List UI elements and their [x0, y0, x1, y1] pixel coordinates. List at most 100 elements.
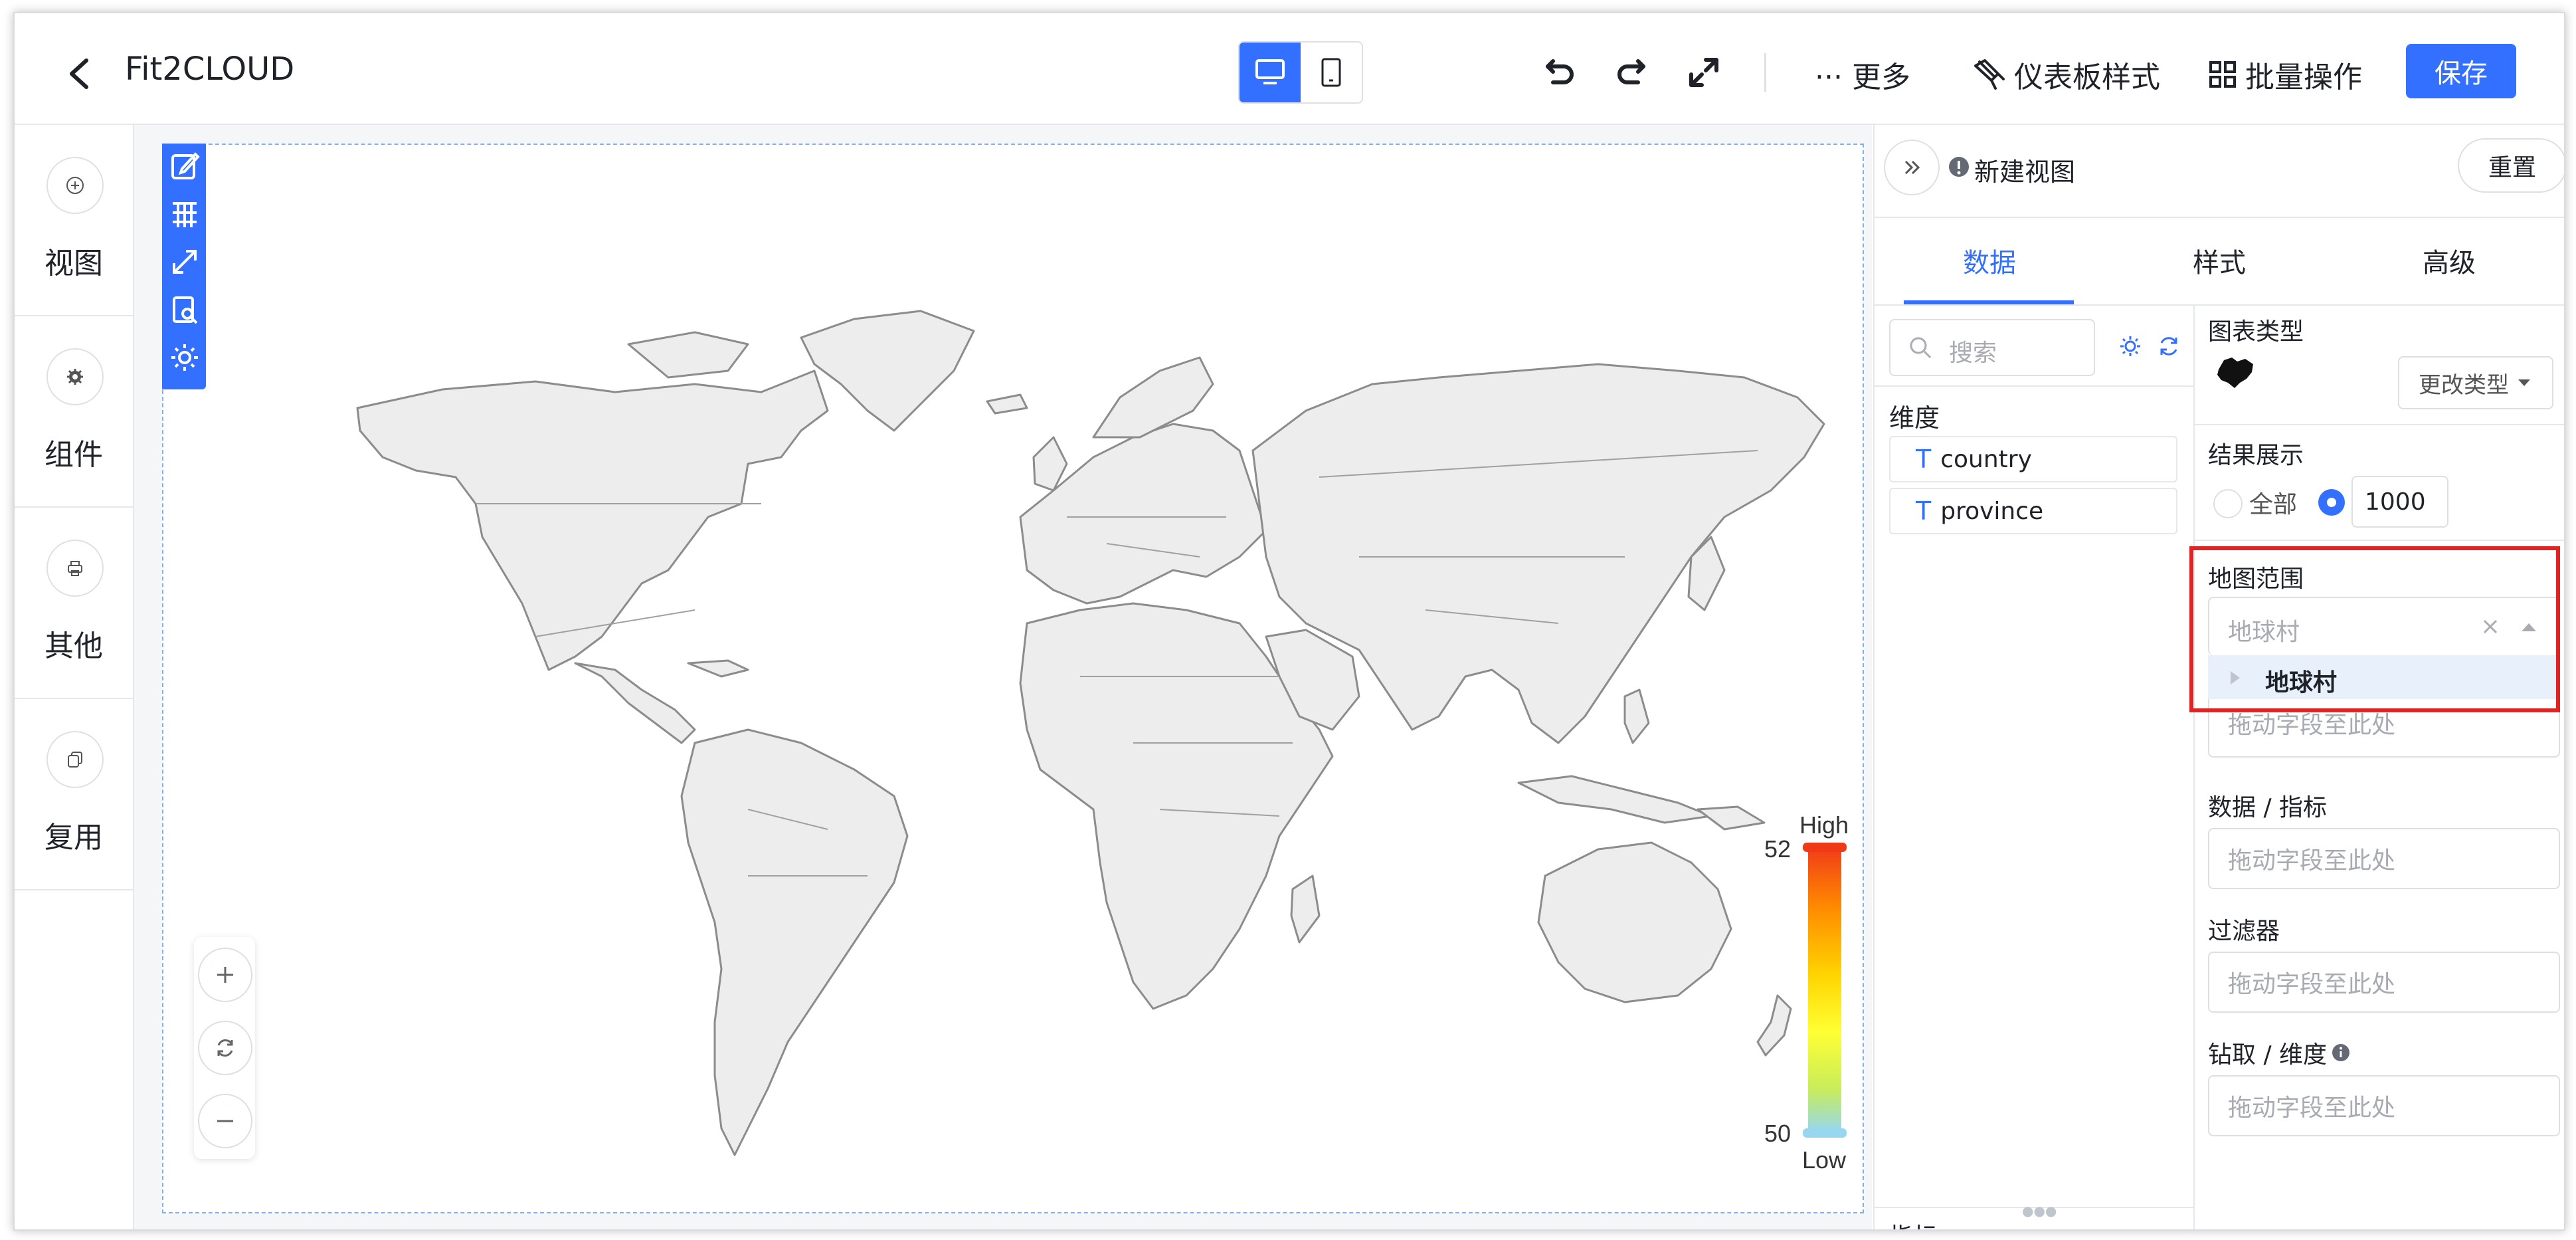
field-settings-icon[interactable]	[2118, 334, 2143, 359]
world-map	[356, 310, 1825, 1156]
chart-config-panel: 新建视图 重置 数据 样式 高级 搜索 维度 T country T provi…	[1873, 125, 2564, 1229]
drag-handle[interactable]: ●●●	[2022, 1203, 2057, 1219]
radio-all-label: 全部	[2249, 491, 2298, 518]
desktop-view-button[interactable]	[1240, 43, 1301, 102]
madagascar	[1290, 875, 1321, 944]
dashboard-style-button[interactable]: 仪表板样式	[1972, 53, 2160, 96]
grid-icon	[2209, 61, 2236, 88]
radio-all[interactable]	[2213, 489, 2243, 518]
greenland	[800, 310, 975, 432]
brush-icon	[1974, 59, 2005, 90]
filter-title: 过滤器	[2208, 918, 2280, 945]
dimension-title: 维度	[1889, 403, 1940, 433]
visual-map-min-value: 50	[1764, 1120, 1791, 1147]
visual-map-high-label: High	[1799, 816, 1849, 839]
undo-icon[interactable]	[1544, 56, 1577, 89]
redo-icon[interactable]	[1614, 56, 1647, 89]
filter-drop-zone[interactable]: 拖动字段至此处	[2208, 952, 2560, 1013]
visual-map-max-value: 52	[1764, 835, 1791, 863]
sidebar-item-other[interactable]: 其他	[15, 508, 133, 699]
visual-map-bottom-handle[interactable]	[1803, 1128, 1847, 1138]
field-search-input[interactable]: 搜索	[1889, 319, 2095, 376]
refresh-icon	[217, 1039, 233, 1057]
minus-icon	[217, 1120, 233, 1122]
caribbean	[687, 659, 749, 678]
drill-title: 钻取 / 维度	[2208, 1041, 2328, 1069]
field-list: 搜索 维度 T country T province ●●● 指标	[1875, 306, 2195, 1229]
enlarge-icon[interactable]	[169, 246, 201, 278]
save-button[interactable]: 保存	[2406, 44, 2516, 98]
dimension-item-country[interactable]: T country	[1889, 436, 2177, 482]
indonesia	[1517, 775, 1712, 824]
panel-tabs: 数据 样式 高级	[1875, 218, 2564, 306]
component-sidebar: 视图 组件 其他 复用	[15, 125, 134, 1229]
canada-islands	[627, 331, 749, 379]
sidebar-item-label: 组件	[45, 438, 103, 472]
phone-icon	[1321, 58, 1341, 87]
philippines	[1623, 688, 1650, 744]
plus-circle-icon	[46, 157, 104, 214]
caret-down-icon	[2518, 379, 2530, 386]
more-button[interactable]: ··· 更多	[1815, 53, 1910, 96]
north-america-landmass	[356, 369, 829, 671]
visual-map-top-handle[interactable]	[1803, 843, 1847, 852]
zoom-out-button[interactable]	[198, 1094, 252, 1148]
map-chart-component[interactable]: High Low 52 50	[162, 144, 1864, 1213]
warning-icon	[1949, 157, 1969, 177]
central-america	[574, 662, 696, 744]
scandinavia	[1092, 356, 1214, 439]
app-window: Fit2CLOUD ··· 更多 仪表板样式 批量操作 保存 视图 组件 其他 …	[13, 12, 2565, 1231]
sidebar-item-label: 视图	[45, 247, 103, 280]
drill-drop-zone[interactable]: 拖动字段至此处	[2208, 1075, 2560, 1136]
chart-type-title: 图表类型	[2208, 318, 2304, 346]
collapse-panel-button[interactable]	[1884, 140, 1940, 195]
visual-map-low-label: Low	[1802, 1146, 1847, 1174]
settings-icon[interactable]	[169, 342, 201, 373]
reset-zoom-button[interactable]	[198, 1021, 252, 1075]
mobile-view-button[interactable]	[1301, 43, 1362, 102]
active-tab-indicator	[1904, 300, 2074, 304]
drill-title-row: 钻取 / 维度	[2208, 1035, 2351, 1070]
double-chevron-icon	[1904, 160, 1920, 175]
highlight-box	[2189, 546, 2560, 712]
reset-button[interactable]: 重置	[2458, 138, 2564, 193]
tab-data[interactable]: 数据	[1875, 218, 2104, 303]
back-icon[interactable]	[66, 57, 93, 90]
batch-operation-button[interactable]: 批量操作	[2207, 53, 2362, 96]
search-placeholder: 搜索	[1949, 340, 1997, 367]
info-icon[interactable]	[2331, 1043, 2351, 1063]
view-name: 新建视图	[1974, 157, 2076, 187]
chart-config-column: 图表类型 更改类型 结果展示 全部 1000 地图范围 地球村 地球村 拖动字段…	[2189, 306, 2564, 1229]
monitor-icon	[1255, 59, 1285, 84]
panel-header: 新建视图 重置	[1875, 125, 2564, 218]
result-title: 结果展示	[2208, 442, 2304, 469]
visual-map-legend: High Low 52 50	[1764, 816, 1849, 1174]
text-type-icon: T	[1916, 445, 1932, 474]
metric-drop-zone[interactable]: 拖动字段至此处	[2208, 828, 2560, 889]
sidebar-item-label: 复用	[45, 821, 103, 855]
edit-icon[interactable]	[169, 150, 201, 182]
dimension-item-province[interactable]: T province	[1889, 488, 2177, 534]
text-type-icon: T	[1916, 496, 1932, 526]
result-limit-input[interactable]: 1000	[2351, 476, 2448, 528]
visual-map-gradient-bar	[1808, 845, 1841, 1132]
divider	[1875, 385, 2193, 387]
radio-limit[interactable]	[2318, 489, 2345, 516]
refresh-fields-icon[interactable]	[2156, 334, 2181, 359]
fullscreen-icon[interactable]	[1687, 56, 1720, 89]
data-detail-icon[interactable]	[169, 294, 201, 326]
iceland	[986, 393, 1028, 415]
layout-icon[interactable]	[169, 198, 201, 230]
south-america-landmass	[680, 728, 909, 1156]
australia-landmass	[1537, 841, 1732, 1003]
tab-style[interactable]: 样式	[2104, 218, 2334, 303]
page-title: Fit2CLOUD	[125, 51, 295, 88]
sidebar-item-view[interactable]: 视图	[15, 125, 133, 316]
change-chart-type-button[interactable]: 更改类型	[2398, 356, 2553, 409]
sidebar-item-component[interactable]: 组件	[15, 316, 133, 508]
divider	[2195, 540, 2564, 541]
zoom-in-button[interactable]	[198, 948, 252, 1002]
sidebar-item-label: 其他	[45, 629, 103, 663]
sidebar-item-reuse[interactable]: 复用	[15, 699, 133, 890]
tab-advanced[interactable]: 高级	[2334, 218, 2564, 303]
